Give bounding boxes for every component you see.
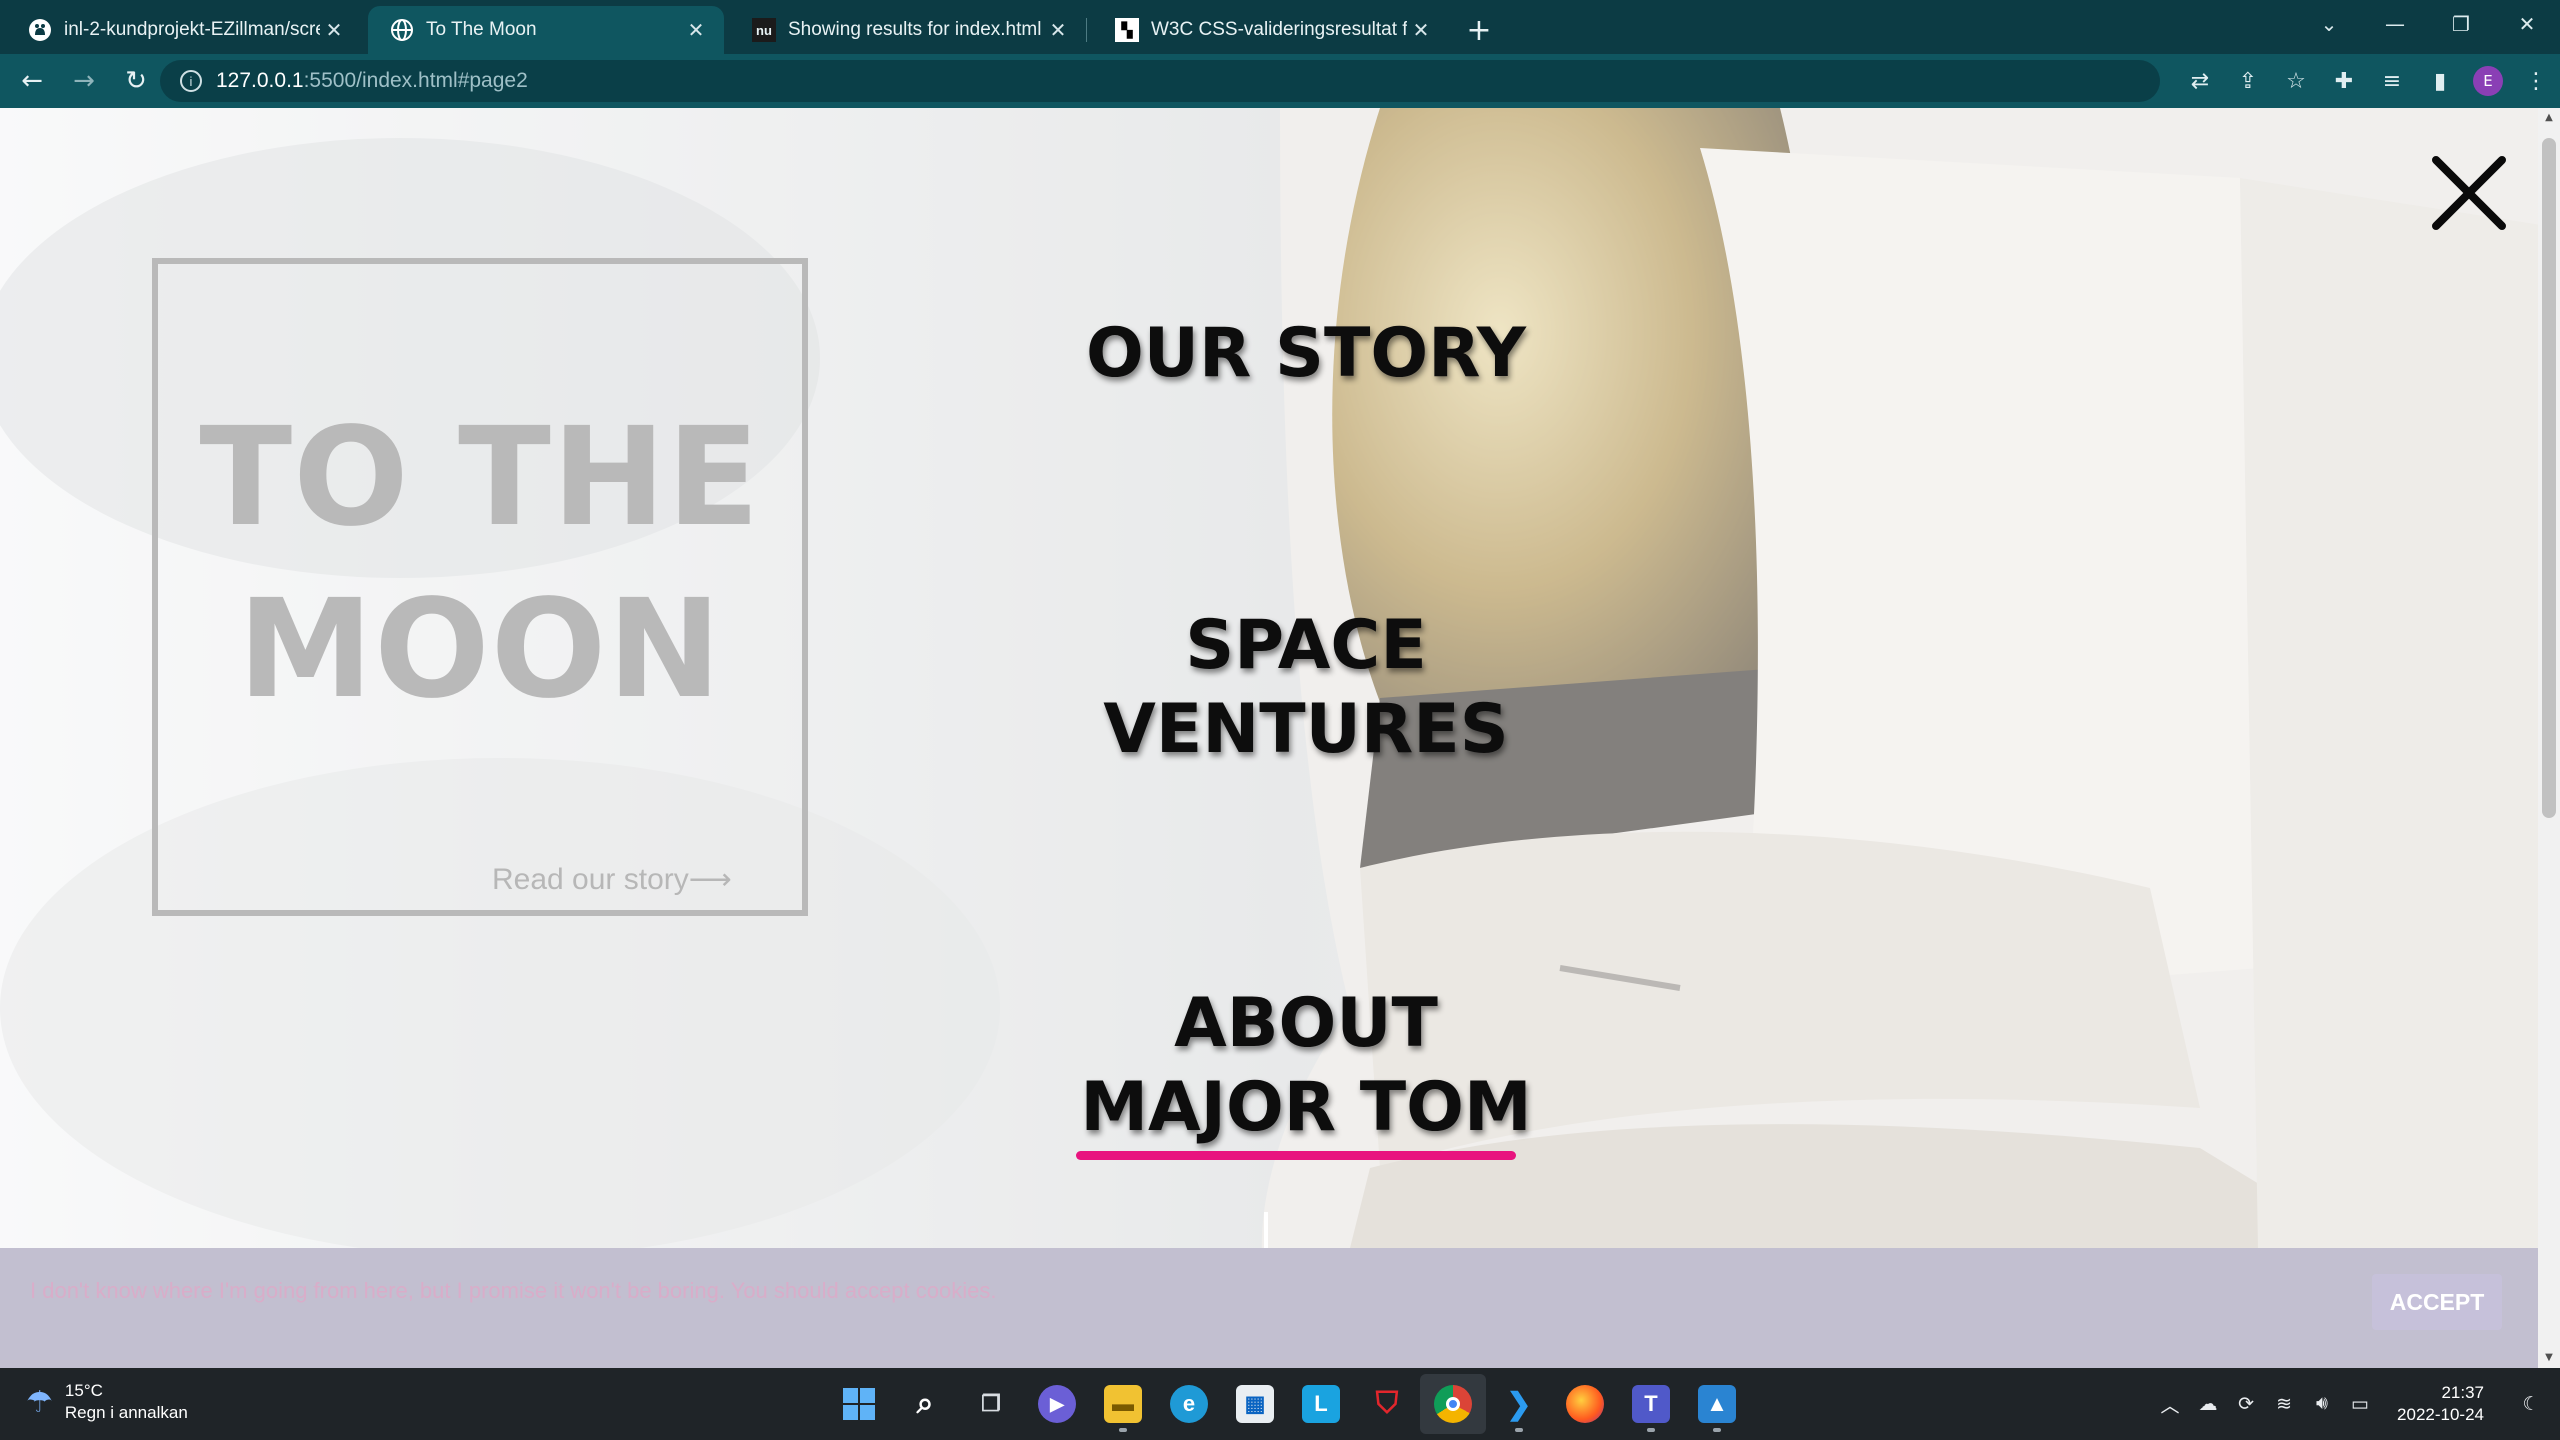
hero-title: TO THE MOON: [158, 392, 802, 736]
search-icon[interactable]: ⌕: [892, 1374, 958, 1434]
tab-label: inl-2-kundprojekt-EZillman/scree: [64, 19, 320, 40]
tab-label: Showing results for index.html - I: [788, 19, 1044, 40]
menu-kebab-icon[interactable]: ⋮: [2512, 57, 2560, 105]
nav-link-line: VENTURES: [1103, 690, 1509, 769]
clock-time: 21:37: [2441, 1383, 2484, 1402]
globe-icon: [390, 18, 414, 42]
new-tab-button[interactable]: +: [1455, 6, 1503, 54]
github-icon: [28, 18, 52, 42]
tray-chevron-icon[interactable]: ︿: [2151, 1391, 2189, 1418]
windows-taskbar: ☂ 15°C Regn i annalkan ⌕ ❐ ▶ ▬ e ▦ L ⛉ ❯…: [0, 1368, 2560, 1440]
hero-title-line: TO THE: [199, 399, 761, 557]
scrollbar-thumb[interactable]: [2542, 138, 2556, 818]
forward-icon[interactable]: →: [58, 55, 110, 107]
restore-icon[interactable]: ❐: [2428, 0, 2494, 48]
toolbar-right: ⇄ ⇪ ☆ ✚ ≡ ▮ E ⋮: [2176, 54, 2560, 108]
tab-github[interactable]: inl-2-kundprojekt-EZillman/scree ✕: [6, 6, 362, 54]
chat-icon[interactable]: ▶: [1024, 1374, 1090, 1434]
chrome-icon[interactable]: [1420, 1374, 1486, 1434]
firefox-icon[interactable]: [1552, 1374, 1618, 1434]
system-tray: ︿ ☁ ⟳ ≋ 🔊︎ ▭ 21:37 2022-10-24 ☾: [2151, 1368, 2560, 1440]
cookie-banner: I don't know where I'm going from here, …: [0, 1248, 2538, 1368]
back-icon[interactable]: ←: [6, 55, 58, 107]
extensions-icon[interactable]: ✚: [2320, 57, 2368, 105]
weather-temp: 15°C: [64, 1381, 103, 1400]
onedrive-icon[interactable]: ☁: [2189, 1393, 2227, 1416]
weather-desc: Regn i annalkan: [64, 1403, 188, 1422]
tab-label: To The Moon: [426, 19, 537, 40]
window-controls: ⌄ — ❐ ✕: [2296, 0, 2560, 48]
edge-icon[interactable]: e: [1156, 1374, 1222, 1434]
translate-icon[interactable]: ⇄: [2176, 57, 2224, 105]
taskbar-clock[interactable]: 21:37 2022-10-24: [2397, 1382, 2484, 1426]
photos-icon[interactable]: ▲: [1684, 1374, 1750, 1434]
scroll-up-icon[interactable]: ▲: [2538, 108, 2560, 128]
address-input[interactable]: i 127.0.0.1:5500/index.html#page2: [160, 60, 2160, 102]
share-icon[interactable]: ⇪: [2224, 57, 2272, 105]
url-host: 127.0.0.1: [216, 69, 304, 92]
tab-validator-css[interactable]: ▚ W3C CSS-valideringsresultat för s ✕: [1093, 6, 1449, 54]
close-icon[interactable]: [2424, 148, 2514, 238]
rain-umbrella-icon: ☂: [26, 1385, 53, 1419]
side-panel-icon[interactable]: ▮: [2416, 57, 2464, 105]
tab-close-icon[interactable]: ✕: [1407, 18, 1435, 43]
mcafee-icon[interactable]: ⛉: [1354, 1374, 1420, 1434]
browser-tab-strip: inl-2-kundprojekt-EZillman/scree ✕ To Th…: [0, 0, 2560, 54]
tab-close-icon[interactable]: ✕: [320, 18, 348, 43]
cookie-message: I don't know where I'm going from here, …: [30, 1278, 997, 1303]
tab-to-the-moon[interactable]: To The Moon ✕: [368, 6, 724, 54]
store-icon[interactable]: ▦: [1222, 1374, 1288, 1434]
active-link-underline: [1076, 1151, 1516, 1160]
l-app-icon[interactable]: L: [1288, 1374, 1354, 1434]
tab-separator: [1086, 18, 1087, 42]
profile-avatar[interactable]: E: [2473, 66, 2503, 96]
reading-list-icon[interactable]: ≡: [2368, 57, 2416, 105]
page-viewport: TO THE MOON Read our story⟶ OUR STORY SP…: [0, 108, 2560, 1368]
tab-close-icon[interactable]: ✕: [682, 18, 710, 43]
vscode-icon[interactable]: ❯: [1486, 1374, 1552, 1434]
w3c-icon: ▚: [1115, 18, 1139, 42]
address-toolbar: ← → ↻ i 127.0.0.1:5500/index.html#page2 …: [0, 54, 2560, 108]
sync-icon[interactable]: ⟳: [2227, 1393, 2265, 1416]
nav-link-our-story[interactable]: OUR STORY: [1076, 312, 1536, 396]
nav-link-line: MAJOR TOM: [1080, 1068, 1532, 1147]
hero-card: TO THE MOON Read our story⟶: [152, 258, 808, 916]
tab-label: W3C CSS-valideringsresultat för s: [1151, 19, 1407, 40]
read-our-story-link[interactable]: Read our story⟶: [492, 862, 732, 897]
task-view-icon[interactable]: ❐: [958, 1374, 1024, 1434]
nav-link-about-major-tom[interactable]: ABOUT MAJOR TOM: [1076, 982, 1536, 1150]
page-scrollbar[interactable]: ▲ ▼: [2538, 108, 2560, 1368]
file-explorer-icon[interactable]: ▬: [1090, 1374, 1156, 1434]
volume-icon[interactable]: 🔊︎: [2303, 1393, 2341, 1415]
clock-date: 2022-10-24: [2397, 1405, 2484, 1424]
site-info-icon[interactable]: i: [180, 70, 202, 92]
accept-cookies-button[interactable]: ACCEPT: [2372, 1274, 2502, 1330]
bookmark-star-icon[interactable]: ☆: [2272, 57, 2320, 105]
tab-validator-html[interactable]: nu Showing results for index.html - I ✕: [730, 6, 1086, 54]
minimize-icon[interactable]: —: [2362, 0, 2428, 48]
weather-widget[interactable]: ☂ 15°C Regn i annalkan: [26, 1380, 188, 1424]
tab-search-icon[interactable]: ⌄: [2296, 0, 2362, 48]
battery-icon[interactable]: ▭: [2341, 1393, 2379, 1416]
notifications-icon[interactable]: ☾: [2512, 1393, 2550, 1416]
windows-start-icon[interactable]: [826, 1374, 892, 1434]
scroll-down-icon[interactable]: ▼: [2538, 1348, 2560, 1368]
nav-link-line: SPACE: [1185, 606, 1427, 685]
nav-link-line: OUR STORY: [1085, 314, 1527, 393]
teams-icon[interactable]: T: [1618, 1374, 1684, 1434]
tab-close-icon[interactable]: ✕: [1044, 18, 1072, 43]
nu-icon: nu: [752, 18, 776, 42]
url-path: :5500/index.html#page2: [303, 69, 528, 92]
hero-title-line: MOON: [237, 571, 723, 729]
window-close-icon[interactable]: ✕: [2494, 0, 2560, 48]
nav-link-line: ABOUT: [1174, 984, 1438, 1063]
wifi-icon[interactable]: ≋: [2265, 1393, 2303, 1416]
nav-link-space-ventures[interactable]: SPACE VENTURES: [1076, 604, 1536, 772]
taskbar-apps: ⌕ ❐ ▶ ▬ e ▦ L ⛉ ❯ T ▲: [826, 1368, 1750, 1440]
reload-icon[interactable]: ↻: [110, 55, 162, 107]
